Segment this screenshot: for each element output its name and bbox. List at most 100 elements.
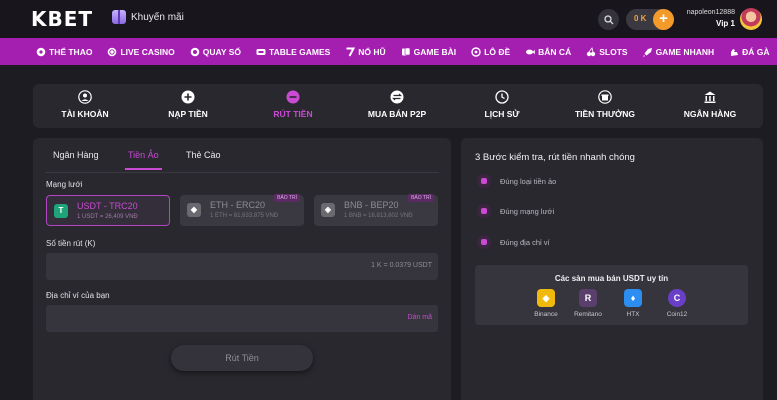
cards-icon <box>256 48 266 55</box>
tab-tai-khoan[interactable]: TÀI KHOẢN <box>40 90 130 119</box>
tab-mua-ban-p2p[interactable]: MUA BÁN P2P <box>352 90 442 119</box>
amount-label: Số tiền rút (K) <box>46 239 96 248</box>
nav-label: BẮN CÁ <box>538 46 572 57</box>
tether-icon: T <box>54 204 68 218</box>
tab-label: LỊCH SỬ <box>484 109 520 119</box>
nav-label: GAME NHANH <box>655 46 715 57</box>
withdraw-submit-button[interactable]: Rút Tiền <box>171 345 313 371</box>
search-icon <box>603 14 613 24</box>
wallet-icon <box>477 235 491 249</box>
exchange-label: Binance <box>534 311 558 318</box>
subtab-the-cao[interactable]: Thẻ Cào <box>186 150 221 160</box>
nav-item-slots[interactable]: SLOTS <box>586 46 628 57</box>
htx-icon: ♦ <box>624 289 642 307</box>
withdraw-form: Ngân Hàng Tiền Ảo Thẻ Cào Mạng lưới T US… <box>33 138 451 400</box>
exchange-label: Coin12 <box>666 311 688 318</box>
network-name: USDT - TRC20 <box>77 201 138 211</box>
tab-lich-su[interactable]: LỊCH SỬ <box>457 90 547 119</box>
nav-label: SLOTS <box>599 46 628 57</box>
nav-label: ĐÁ GÀ <box>742 46 770 57</box>
exchange-binance[interactable]: ◆ Binance <box>524 289 568 318</box>
guide-step: Đúng địa chỉ ví <box>477 235 550 249</box>
network-usdt-trc20[interactable]: T USDT - TRC20 1 USDT = 26,409 VNĐ <box>46 195 170 226</box>
nav-label: NỔ HŨ <box>358 46 386 57</box>
guide-title: 3 Bước kiểm tra, rút tiền nhanh chóng <box>475 152 635 163</box>
nav-label: QUAY SỐ <box>202 46 242 57</box>
remitano-icon: R <box>579 289 597 307</box>
username: napoleon12888 <box>686 9 735 16</box>
coin-type-icon <box>477 174 491 188</box>
rocket-icon <box>642 47 652 57</box>
swap-icon <box>390 90 404 104</box>
exchange-remitano[interactable]: R Remitano <box>566 289 610 318</box>
tab-label: TIỀN THƯỞNG <box>574 109 636 119</box>
network-bnb-bep20[interactable]: ◈ BNB - BEP20 1 BNB = 16,813,602 VNĐ BẢO… <box>314 194 438 226</box>
nav-item-quay-so[interactable]: QUAY SỐ <box>190 47 241 57</box>
nav-label: TABLE GAMES <box>269 46 331 57</box>
tab-label: NẠP TIỀN <box>168 109 208 119</box>
tab-label: RÚT TIỀN <box>273 109 313 119</box>
nav-label: GAME BÀI <box>413 46 457 57</box>
tab-ngan-hang[interactable]: NGÂN HÀNG <box>665 90 755 119</box>
network-icon <box>477 204 491 218</box>
step-label: Đúng loại tiền ảo <box>500 176 557 186</box>
nav-item-game-nhanh[interactable]: GAME NHANH <box>642 46 715 57</box>
wallet-label: Địa chỉ ví của bạn <box>46 291 110 300</box>
nav-item-game-bai[interactable]: GAME BÀI <box>401 46 457 57</box>
paste-button[interactable]: Dán mã <box>407 314 432 321</box>
rooster-icon <box>731 48 739 56</box>
bank-icon <box>704 91 716 103</box>
tab-rut-tien[interactable]: RÚT TIỀN <box>248 90 338 119</box>
step-label: Đúng địa chỉ ví <box>500 237 550 247</box>
ethereum-icon: ◆ <box>187 203 201 217</box>
subtab-tien-ao[interactable]: Tiền Ảo <box>125 150 162 170</box>
network-name: ETH - ERC20 <box>210 200 266 210</box>
network-rate: 1 ETH = 61,633,875 VNĐ <box>210 213 279 219</box>
promotions-label: Khuyến mãi <box>131 11 184 23</box>
nav-item-no-hu[interactable]: NỔ HŨ <box>345 46 386 57</box>
nav-label: THỂ THAO <box>49 46 93 57</box>
avatar[interactable] <box>740 8 762 30</box>
promotions-link[interactable]: Khuyến mãi <box>112 10 184 24</box>
binance-icon: ◆ <box>537 289 555 307</box>
wallet-address-input[interactable] <box>46 305 438 332</box>
conversion-hint: 1 K = 0.0379 USDT <box>371 262 432 269</box>
nav-item-lo-de[interactable]: LÔ ĐỀ <box>471 47 510 57</box>
exchanges-title: Các sàn mua bán USDT uy tín <box>554 274 669 283</box>
exchange-htx[interactable]: ♦ HTX <box>611 289 655 318</box>
nav-item-table-games[interactable]: TABLE GAMES <box>256 47 330 57</box>
user-icon <box>78 90 92 104</box>
exchange-label: HTX <box>626 311 640 318</box>
nav-item-the-thao[interactable]: THỂ THAO <box>36 47 92 57</box>
wallet-field[interactable]: Dán mã <box>46 305 438 332</box>
tab-nap-tien[interactable]: NẠP TIỀN <box>143 90 233 119</box>
network-eth-erc20[interactable]: ◆ ETH - ERC20 1 ETH = 61,633,875 VNĐ BẢO… <box>180 194 304 226</box>
maintenance-badge: BẢO TRÌ <box>408 194 434 202</box>
subtab-ngan-hang[interactable]: Ngân Hàng <box>53 150 99 160</box>
soccer-ball-icon <box>36 47 46 56</box>
kbet-logo[interactable]: KBET <box>31 7 93 31</box>
minus-circle-icon <box>286 90 300 104</box>
search-button[interactable] <box>598 9 619 30</box>
nav-item-da-ga[interactable]: ĐÁ GÀ <box>729 46 770 57</box>
network-rate: 1 USDT = 26,409 VNĐ <box>77 214 138 220</box>
step-label: Đúng mạng lưới <box>500 206 555 216</box>
lottery-ball-icon <box>190 47 200 56</box>
tab-label: NGÂN HÀNG <box>683 109 737 119</box>
amount-field[interactable]: 1 K = 0.0379 USDT <box>46 253 438 280</box>
tab-tien-thuong[interactable]: TIỀN THƯỞNG <box>560 90 650 119</box>
gift-icon <box>598 90 612 104</box>
tab-label: MUA BÁN P2P <box>367 109 427 119</box>
fish-icon <box>526 49 535 54</box>
exchange-coin12[interactable]: C Coin12 <box>655 289 699 318</box>
guide-step: Đúng mạng lưới <box>477 204 554 218</box>
withdraw-guide: 3 Bước kiểm tra, rút tiền nhanh chóng Đú… <box>461 138 763 400</box>
user-info[interactable]: napoleon12888 Vip 1 <box>683 9 735 28</box>
network-name: BNB - BEP20 <box>344 200 399 210</box>
nav-item-live-casino[interactable]: LIVE CASINO <box>107 47 175 57</box>
nav-item-ban-ca[interactable]: BẮN CÁ <box>525 47 571 57</box>
deposit-plus-button[interactable]: + <box>653 9 674 30</box>
balance-pill[interactable]: 0 K + <box>626 9 674 30</box>
subtab-divider <box>45 172 439 173</box>
lotto-icon <box>471 46 481 57</box>
